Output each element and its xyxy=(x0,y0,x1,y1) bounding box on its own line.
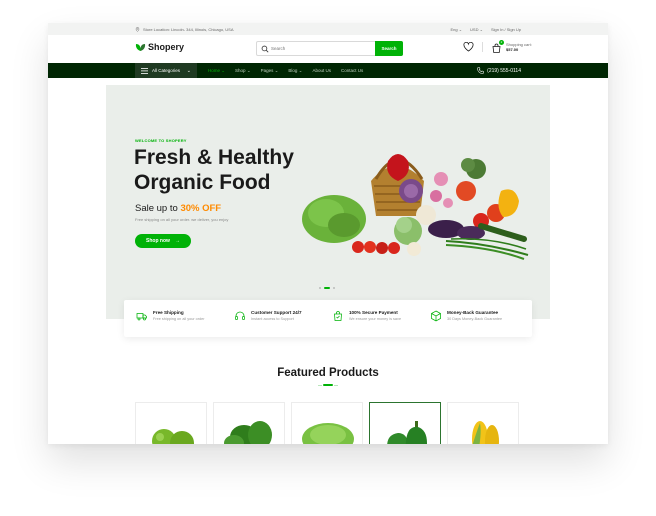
feature-money-back: Money-Back Guarantee 30 Days Money-Back G… xyxy=(430,310,502,322)
shop-now-button[interactable]: Shop now → xyxy=(135,234,191,248)
cart-count: 2 xyxy=(500,40,503,44)
map-pin-icon xyxy=(135,27,140,32)
lettuce-image xyxy=(302,423,354,444)
all-categories-button[interactable]: All Categories ⌄ xyxy=(135,63,197,78)
product-card-lettuce[interactable] xyxy=(291,402,363,444)
leaf-logo-icon xyxy=(135,43,146,51)
all-categories-label: All Categories xyxy=(152,68,181,73)
product-grid xyxy=(135,402,519,444)
top-info-bar: Store Location: Lincoln- 344, Illinois, … xyxy=(48,23,608,35)
nav-contact[interactable]: Contact Us xyxy=(341,68,363,74)
hero-banner: WELCOME TO SHOPERY Fresh & Healthy Organ… xyxy=(106,85,550,319)
feature-subtitle: Instant access to Support xyxy=(251,317,294,321)
store-location-text: Store Location: Lincoln- 344, Illinois, … xyxy=(143,27,234,32)
search-bar: Search xyxy=(256,41,403,56)
spinach-image xyxy=(224,421,272,444)
nav-blog[interactable]: Blog ⌄ xyxy=(288,68,302,74)
logo[interactable]: Shopery xyxy=(135,42,184,52)
featured-products-title: Featured Products xyxy=(277,367,379,379)
menu-icon xyxy=(141,67,148,74)
heart-icon[interactable] xyxy=(463,41,474,52)
currency-select[interactable]: USD ⌄ xyxy=(470,27,483,32)
language-select[interactable]: Eng ⌄ xyxy=(450,27,462,32)
carousel-dot-active[interactable] xyxy=(324,287,330,289)
feature-support: Customer Support 24/7 Instant access to S… xyxy=(234,310,302,322)
feature-title: 100% Secure Payment xyxy=(349,310,398,315)
logo-text: Shopery xyxy=(148,42,185,52)
nav-blog-label: Blog xyxy=(288,68,298,73)
sale-value: 30% OFF xyxy=(180,203,222,214)
search-input[interactable] xyxy=(269,46,373,51)
carousel-dots xyxy=(319,287,335,289)
title-underline xyxy=(318,384,338,386)
nav-pages[interactable]: Pages ⌄ xyxy=(261,68,279,74)
cart-count-badge: 2 xyxy=(499,40,504,45)
header-divider xyxy=(482,41,483,52)
carousel-dot[interactable] xyxy=(333,287,335,289)
nav-pages-label: Pages xyxy=(260,68,274,73)
main-nav: All Categories ⌄ Home ⌄ Shop ⌄ Pages ⌄ B… xyxy=(48,63,608,78)
language-value: Eng xyxy=(450,27,458,32)
hero-sale: Sale up to 30% OFF xyxy=(135,203,221,214)
nav-home-label: Home xyxy=(208,68,221,73)
nav-home[interactable]: Home ⌄ xyxy=(208,68,225,74)
currency-value: USD xyxy=(470,27,479,32)
main-header: Shopery Search 2 Shopping cart: $57.00 xyxy=(48,35,608,63)
feature-title: Customer Support 24/7 xyxy=(251,310,302,315)
cart-total: $57.00 xyxy=(506,46,519,52)
chevron-down-icon: ⌄ xyxy=(186,67,191,74)
search-icon xyxy=(261,45,269,52)
auth-link[interactable]: Sign In / Sign Up xyxy=(491,27,521,32)
cart-button[interactable]: 2 Shopping cart: $57.00 xyxy=(491,40,532,53)
feature-title: Free Shipping xyxy=(153,310,184,315)
product-card-corn[interactable] xyxy=(447,402,519,444)
search-button[interactable]: Search xyxy=(375,41,403,56)
product-card-green-capsicum[interactable] xyxy=(369,402,441,444)
feature-subtitle: Free shipping on all your order xyxy=(153,317,205,321)
feature-subtitle: 30 Days Money-Back Guarantee xyxy=(447,317,503,321)
feature-title: Money-Back Guarantee xyxy=(447,310,499,315)
truck-icon xyxy=(136,313,147,321)
shop-now-label: Shop now xyxy=(146,238,170,244)
carousel-dot[interactable] xyxy=(319,287,321,289)
feature-secure-payment: 100% Secure Payment We ensure your money … xyxy=(332,310,401,322)
sale-prefix: Sale up to xyxy=(135,203,178,214)
package-icon xyxy=(431,310,441,322)
vegetable-basket-image xyxy=(302,154,529,260)
nav-shop-label: Shop xyxy=(235,68,246,73)
hero-welcome: WELCOME TO SHOPERY xyxy=(135,138,187,143)
shopping-bag-icon xyxy=(334,311,342,321)
green-apple-image xyxy=(152,429,194,444)
phone-contact[interactable]: (219) 555-0114 xyxy=(477,67,521,74)
headphones-icon xyxy=(235,311,245,320)
product-card-green-apple[interactable] xyxy=(135,402,207,444)
store-location: Store Location: Lincoln- 344, Illinois, … xyxy=(135,27,234,32)
phone-icon xyxy=(477,67,484,74)
product-card-spinach[interactable] xyxy=(213,402,285,444)
browser-frame: Store Location: Lincoln- 344, Illinois, … xyxy=(48,23,608,444)
features-strip: Free Shipping Free shipping on all your o… xyxy=(124,300,532,337)
feature-free-shipping: Free Shipping Free shipping on all your o… xyxy=(136,310,205,322)
arrow-right-icon: → xyxy=(174,238,180,244)
hero-subtitle: Free shipping on all your order. we deli… xyxy=(135,217,229,222)
nav-about[interactable]: About Us xyxy=(312,68,331,74)
corn-image xyxy=(472,421,499,444)
phone-number: (219) 555-0114 xyxy=(487,67,521,74)
green-capsicum-image xyxy=(387,421,427,444)
feature-subtitle: We ensure your money is save xyxy=(349,317,402,321)
nav-shop[interactable]: Shop ⌄ xyxy=(235,68,251,74)
